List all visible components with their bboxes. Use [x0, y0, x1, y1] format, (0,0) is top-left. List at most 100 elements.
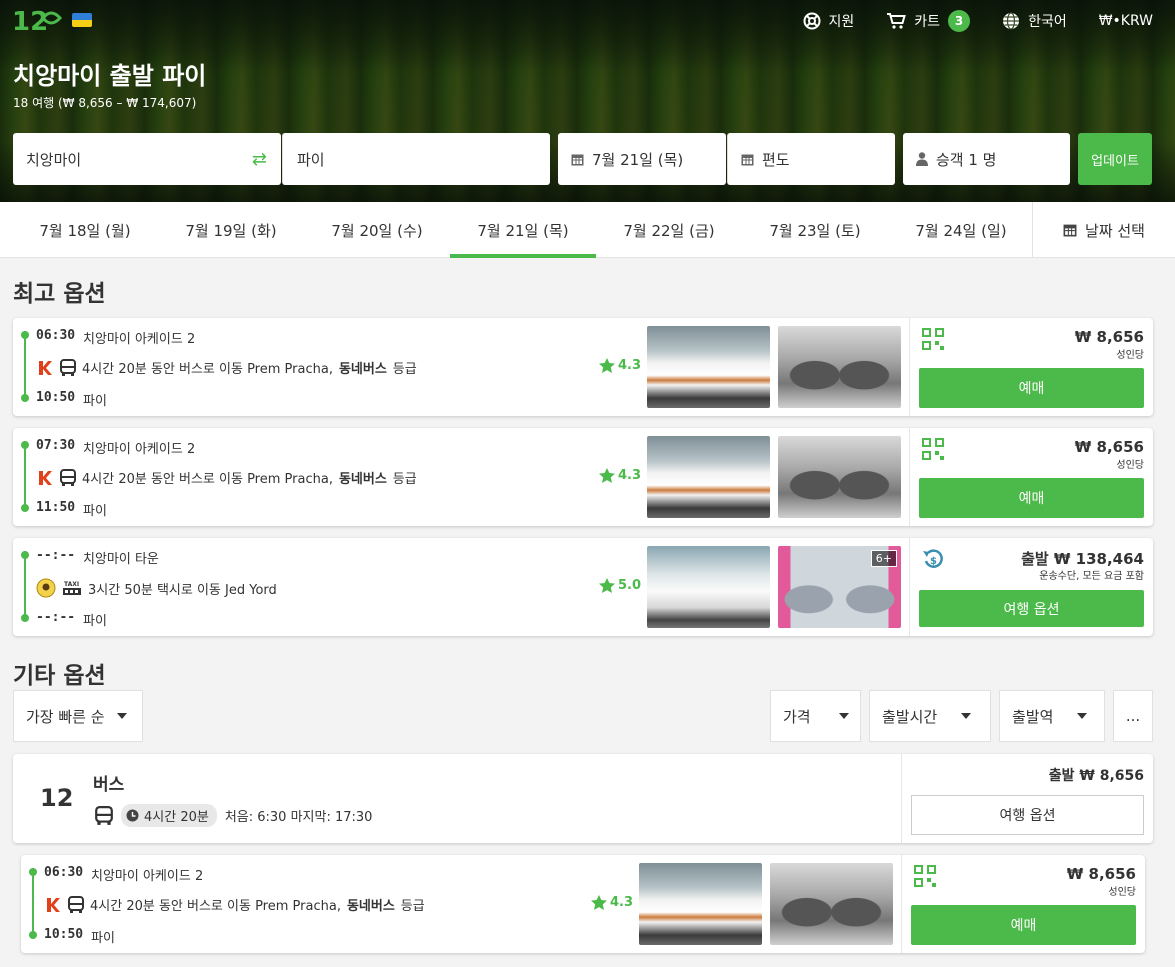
trip-type-field[interactable]: 편도 — [727, 133, 895, 185]
departure-station: 치앙마이 아케이드 2 — [91, 869, 204, 884]
qr-code-icon — [914, 865, 936, 887]
rating[interactable]: 4.3 — [591, 895, 633, 910]
interior-photo[interactable] — [778, 436, 901, 518]
from-field[interactable]: 치앙마이 ⇄ — [13, 133, 281, 185]
12go-logo-icon[interactable]: 12 — [12, 4, 62, 38]
date-tab[interactable]: 7월 19일 (화) — [158, 202, 304, 258]
vehicle-photo[interactable] — [647, 546, 770, 628]
trip-card[interactable]: --:-- 치앙마이 타운 TAXI 3시간 50분 택시로 이동 Jed Yo… — [13, 538, 1153, 636]
book-button[interactable]: 예매 — [919, 368, 1144, 408]
departure-time: 06:30 — [36, 328, 76, 343]
language-selector[interactable]: 한국어 — [1002, 11, 1067, 31]
star-icon — [599, 468, 615, 483]
date-field[interactable]: 7월 21일 (목) — [558, 133, 726, 185]
book-button[interactable]: 예매 — [911, 905, 1136, 945]
operator-group-card[interactable]: 출발 ₩ 8,656 여행 옵션 — [13, 754, 1153, 843]
more-photos-badge[interactable]: 6+ — [870, 550, 897, 567]
best-options-title: 최고 옵션 — [13, 281, 106, 307]
trip-type-value: 편도 — [762, 150, 790, 169]
price-unit: 성인당 — [1116, 460, 1144, 471]
calendar-icon — [741, 154, 754, 165]
sort-dropdown[interactable]: 가장 빠른 순 — [13, 690, 143, 742]
book-button[interactable]: 예매 — [919, 478, 1144, 518]
person-icon — [916, 152, 928, 166]
svg-text:TAXI: TAXI — [64, 581, 79, 588]
date-tab[interactable]: 7월 20일 (수) — [304, 202, 450, 258]
price-panel: ₩ 8,656 성인당 예매 — [901, 855, 1145, 953]
rating-value: 4.3 — [618, 468, 642, 483]
departure-time: --:-- — [36, 548, 76, 563]
sort-label: 가장 빠른 순 — [26, 707, 105, 726]
price-panel: ₩ 8,656 성인당 예매 — [909, 318, 1153, 416]
trip-desc-text: 3시간 50분 택시로 이동 Jed Yord — [88, 582, 277, 598]
qr-code-icon — [922, 438, 944, 460]
trip-description: 4시간 20분 동안 버스로 이동 Prem Pracha, 동네버스 등급 — [36, 358, 417, 377]
svg-text:12: 12 — [12, 7, 48, 37]
date-tab[interactable]: 7월 18일 (월) — [12, 202, 158, 258]
date-tab[interactable]: 7월 23일 (토) — [742, 202, 888, 258]
qr-code-icon — [922, 328, 944, 350]
interior-photo[interactable]: 6+ — [778, 546, 901, 628]
trip-options-button[interactable]: 여행 옵션 — [919, 590, 1144, 627]
trip-class: 동네버스 — [338, 472, 387, 487]
rating[interactable]: 4.3 — [599, 468, 641, 483]
schedule-text: 처음: 6:30 마지막: 17:30 — [224, 810, 373, 825]
operator-name: 버스 — [93, 775, 125, 795]
timeline-dot — [21, 614, 29, 622]
operator-logo-icon — [36, 578, 56, 598]
star-icon — [591, 895, 607, 910]
trip-class: 동네버스 — [346, 899, 395, 914]
vehicle-photo[interactable] — [647, 436, 770, 518]
passengers-field[interactable]: 승객 1 명 — [903, 133, 1070, 185]
date-tab[interactable]: 7월 22일 (금) — [596, 202, 742, 258]
timeline-dot — [21, 551, 29, 559]
price: 출발 ₩ 138,464 — [1021, 550, 1144, 568]
vehicle-photo[interactable] — [639, 863, 762, 945]
caret-down-icon — [838, 713, 849, 719]
trip-card[interactable]: 06:30 치앙마이 아케이드 2 4시간 20분 동안 버스로 이동 Prem… — [21, 855, 1145, 953]
date-picker-button[interactable]: 날짜 선택 — [1032, 202, 1175, 258]
filter-price[interactable]: 가격 — [770, 690, 861, 742]
page-title: 치앙마이 출발 파이 — [13, 62, 207, 90]
date-tab[interactable]: 7월 24일 (일) — [888, 202, 1034, 258]
rating[interactable]: 4.3 — [599, 358, 641, 373]
support-label: 지원 — [828, 14, 855, 30]
update-button[interactable]: 업데이트 — [1078, 133, 1152, 185]
trip-options-button[interactable]: 여행 옵션 — [911, 795, 1144, 835]
interior-photo[interactable] — [778, 326, 901, 408]
timeline-dot — [21, 441, 29, 449]
support-link[interactable]: 지원 — [803, 11, 855, 31]
trip-desc-text: 4시간 20분 동안 버스로 이동 Prem Pracha, — [82, 472, 333, 487]
trip-card[interactable]: 07:30 치앙마이 아케이드 2 4시간 20분 동안 버스로 이동 Prem… — [13, 428, 1153, 526]
duration-value: 4시간 20분 — [144, 810, 209, 825]
calendar-icon — [571, 154, 584, 165]
price: ₩ 8,656 — [1074, 328, 1144, 346]
swap-icon[interactable]: ⇄ — [252, 149, 267, 170]
currency-selector[interactable]: ₩•KRW — [1099, 13, 1153, 29]
caret-down-icon — [961, 713, 972, 719]
trip-count-summary: 18 여행 (₩ 8,656 – ₩ 174,607) — [13, 96, 197, 110]
trip-desc-suffix: 등급 — [392, 472, 417, 487]
cart-link[interactable]: 카트 3 — [886, 10, 971, 32]
arrival-station: 파이 — [83, 614, 107, 629]
calendar-icon — [1063, 224, 1077, 237]
filter-departure-station[interactable]: 출발역 — [999, 690, 1105, 742]
date-tab-active[interactable]: 7월 21일 (목) — [450, 202, 596, 258]
operator-price: 출발 ₩ 8,656 — [1048, 768, 1144, 784]
departure-station: 치앙마이 아케이드 2 — [83, 442, 196, 457]
caret-down-icon — [1077, 713, 1088, 719]
rating[interactable]: 5.0 — [599, 578, 641, 593]
bus-icon — [68, 895, 84, 913]
trip-card[interactable]: 06:30 치앙마이 아케이드 2 4시간 20분 동안 버스로 이동 Prem… — [13, 318, 1153, 416]
vehicle-photo[interactable] — [647, 326, 770, 408]
timeline-dot — [29, 931, 37, 939]
to-field[interactable]: 파이 — [282, 133, 550, 185]
timeline-dot — [29, 868, 37, 876]
filter-departure-time[interactable]: 출발시간 — [869, 690, 991, 742]
arrival-time: 10:50 — [44, 927, 84, 942]
interior-photo[interactable] — [770, 863, 893, 945]
duration-pill: 4시간 20분 — [121, 804, 217, 827]
arrival-time: 11:50 — [36, 500, 76, 515]
more-filters-button[interactable]: ... — [1113, 690, 1153, 742]
trip-desc-text: 4시간 20분 동안 버스로 이동 Prem Pracha, — [90, 899, 341, 914]
